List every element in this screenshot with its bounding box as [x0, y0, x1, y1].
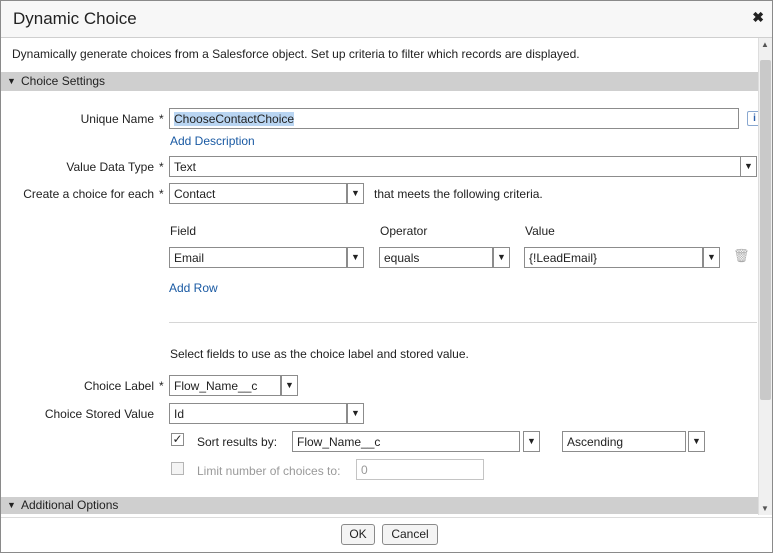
criteria-operator-select[interactable]: equals	[379, 247, 493, 268]
close-icon[interactable]: ✖	[752, 9, 764, 26]
dialog-footer: OK Cancel	[1, 517, 772, 552]
sort-field-select[interactable]: Flow_Name__c	[292, 431, 520, 452]
unique-name-value: ChooseContactChoice	[174, 112, 295, 126]
chevron-down-icon[interactable]: ▼	[703, 247, 720, 268]
unique-name-input[interactable]: ChooseContactChoice	[169, 108, 739, 129]
section-divider	[169, 322, 757, 323]
choice-settings-header[interactable]: ▼ Choice Settings	[1, 72, 758, 91]
choice-stored-value-select[interactable]: Id	[169, 403, 347, 424]
choice-label-select[interactable]: Flow_Name__c	[169, 375, 281, 396]
value-column-header: Value	[525, 224, 555, 238]
scroll-up-icon[interactable]: ▲	[761, 40, 769, 49]
chevron-down-icon[interactable]: ▼	[347, 247, 364, 268]
chevron-down-icon[interactable]: ▼	[688, 431, 705, 452]
sort-order-select[interactable]: Ascending	[562, 431, 686, 452]
choice-settings-label: Choice Settings	[21, 74, 106, 88]
cancel-button[interactable]: Cancel	[382, 524, 438, 545]
additional-options-header[interactable]: ▼ Additional Options	[1, 497, 758, 514]
expand-triangle-icon: ▼	[7, 500, 16, 510]
required-marker: *	[159, 379, 164, 393]
chevron-down-icon[interactable]: ▼	[493, 247, 510, 268]
chevron-down-icon[interactable]: ▼	[347, 403, 364, 424]
chevron-down-icon[interactable]: ▼	[740, 156, 757, 177]
choice-label-label: Choice Label	[83, 379, 154, 393]
choice-stored-value-label: Choice Stored Value	[44, 407, 154, 421]
criteria-suffix-text: that meets the following criteria.	[374, 187, 543, 201]
create-choice-label: Create a choice for each	[23, 187, 154, 201]
choice-fields-instruction: Select fields to use as the choice label…	[170, 347, 469, 361]
sort-checkbox[interactable]: ✓	[171, 433, 184, 446]
add-row-link[interactable]: Add Row	[169, 281, 218, 295]
value-data-type-label: Value Data Type	[66, 160, 154, 174]
unique-name-label: Unique Name	[80, 112, 154, 126]
limit-label: Limit number of choices to:	[197, 464, 341, 478]
dialog-title: Dynamic Choice	[13, 9, 137, 28]
criteria-field-select[interactable]: Email	[169, 247, 347, 268]
dialog-description: Dynamically generate choices from a Sale…	[12, 47, 580, 61]
required-marker: *	[159, 160, 164, 174]
add-description-link[interactable]: Add Description	[170, 134, 255, 148]
chevron-down-icon[interactable]: ▼	[281, 375, 298, 396]
value-data-type-select[interactable]: Text	[169, 156, 741, 177]
required-marker: *	[159, 112, 164, 126]
ok-button[interactable]: OK	[341, 524, 375, 545]
vertical-scrollbar[interactable]: ▲ ▼	[758, 38, 772, 515]
field-column-header: Field	[170, 224, 197, 238]
limit-checkbox[interactable]	[171, 462, 184, 475]
dynamic-choice-dialog: Dynamic Choice ✖ Dynamically generate ch…	[0, 0, 773, 553]
delete-row-icon[interactable]: 🗑	[733, 248, 750, 264]
additional-options-label: Additional Options	[21, 498, 119, 512]
scroll-down-icon[interactable]: ▼	[761, 504, 769, 513]
required-marker: *	[159, 187, 164, 201]
scrollbar-thumb[interactable]	[760, 60, 771, 400]
operator-column-header: Operator	[380, 224, 428, 238]
collapse-triangle-icon: ▼	[7, 76, 16, 86]
limit-input[interactable]: 0	[356, 459, 484, 480]
sort-label: Sort results by:	[197, 435, 278, 449]
object-select[interactable]: Contact	[169, 183, 347, 204]
criteria-value-input[interactable]: {!LeadEmail}	[524, 247, 703, 268]
chevron-down-icon[interactable]: ▼	[523, 431, 540, 452]
dialog-titlebar: Dynamic Choice ✖	[1, 1, 772, 38]
chevron-down-icon[interactable]: ▼	[347, 183, 364, 204]
